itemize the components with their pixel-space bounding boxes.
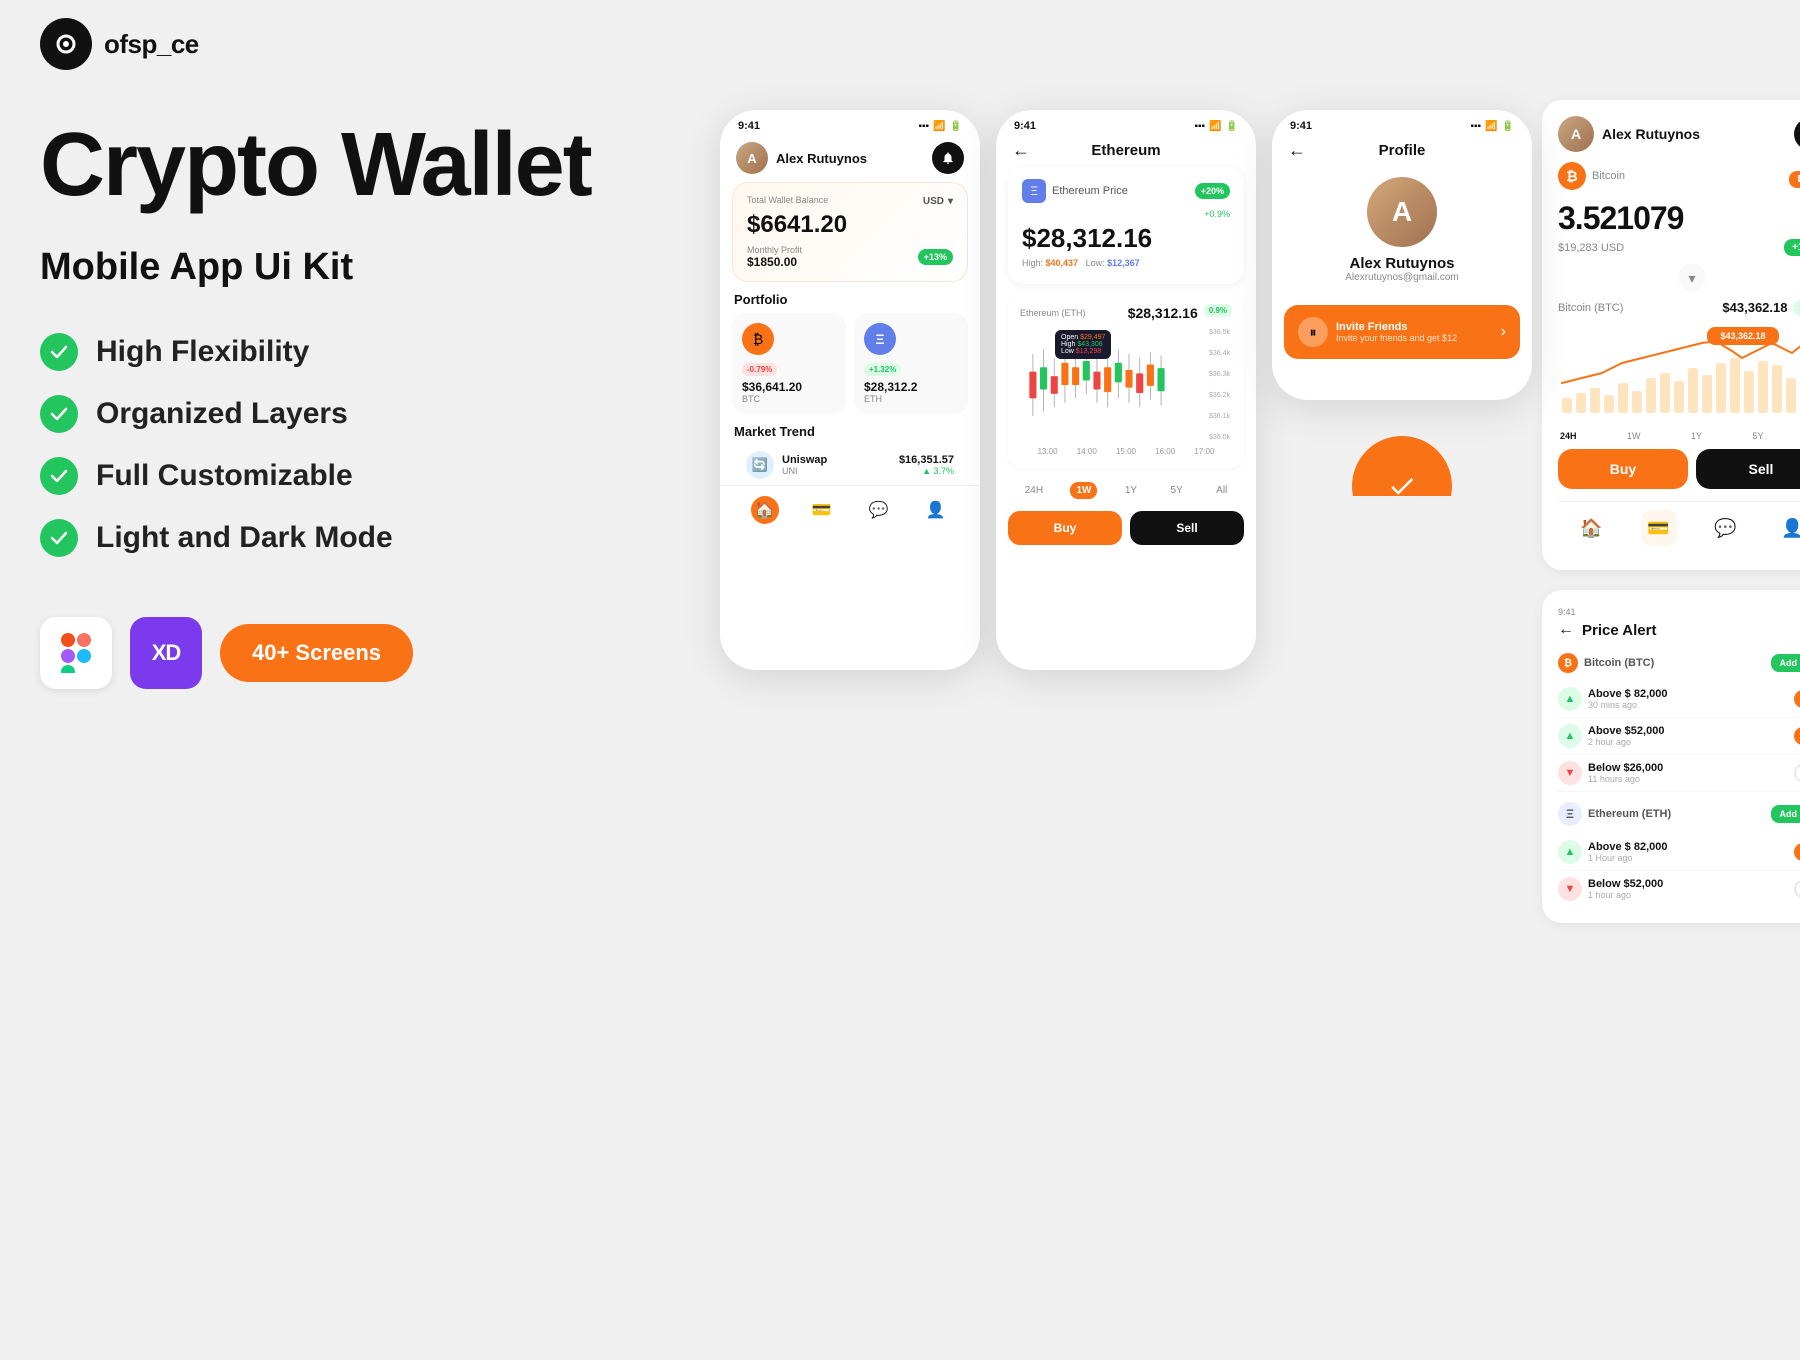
- nav-chat[interactable]: 💬: [865, 496, 893, 524]
- alert-item-1: ▲ Above $ 82,000 30 mins ago: [1558, 681, 1800, 718]
- add-new-eth-btn[interactable]: Add New: [1771, 805, 1800, 823]
- feature-text-2: Organized Layers: [96, 397, 348, 431]
- profile-avatar: A: [1367, 177, 1437, 247]
- main-phone: 9:41 ▪▪▪📶🔋 A Alex Rutuynos: [720, 110, 980, 670]
- status-bar-eth: 9:41 ▪▪▪📶🔋: [996, 110, 1256, 136]
- avatar-main: A: [736, 142, 768, 174]
- desktop-notif-btn[interactable]: 🔔: [1794, 118, 1800, 150]
- nav-home[interactable]: 🏠: [751, 496, 779, 524]
- profile-email: Alexrutuynos@gmail.com: [1345, 272, 1459, 283]
- feature-text-4: Light and Dark Mode: [96, 521, 393, 555]
- wallet-card: Total Wallet Balance USD ▾ $6641.20 Mont…: [732, 182, 968, 282]
- back-btn-profile[interactable]: ←: [1288, 140, 1306, 161]
- profile-name: Alex Rutuynos: [1349, 255, 1454, 272]
- buy-btn-desktop[interactable]: Buy: [1558, 449, 1688, 489]
- alert-item-3: ▼ Below $26,000 11 hours ago: [1558, 755, 1800, 792]
- eth-price-card: Ξ Ethereum Price +20% +0.9% $28,312.16 H…: [1008, 167, 1244, 284]
- btc-portfolio-card: ₿ -0.79% $36,641.20 BTC: [732, 313, 846, 414]
- alert-back-btn[interactable]: ←: [1558, 621, 1574, 639]
- phone-header-main: A Alex Rutuynos: [720, 136, 980, 182]
- check-icon-2: [40, 395, 78, 433]
- expand-chevron[interactable]: ▾: [1678, 264, 1706, 292]
- market-trend-row: 🔄 Uniswap UNI $16,351.57 ▲ 3.7%: [732, 445, 968, 485]
- feature-item-2: Organized Layers: [40, 395, 720, 433]
- hero-title: Crypto Wallet: [40, 120, 720, 210]
- desktop-username: Alex Rutuynos: [1602, 126, 1700, 142]
- toggle-4[interactable]: [1794, 843, 1800, 861]
- sell-btn-desktop[interactable]: Sell: [1696, 449, 1800, 489]
- logo-icon: [40, 18, 92, 70]
- username-main: Alex Rutuynos: [776, 151, 867, 166]
- add-new-btc-btn[interactable]: Add New: [1771, 654, 1800, 672]
- desktop-action-btns: Buy Sell: [1558, 449, 1800, 489]
- feature-item-4: Light and Dark Mode: [40, 519, 720, 557]
- wallet-balance: $6641.20: [747, 211, 953, 239]
- alert-item-5: ▼ Below $52,000 1 hour ago: [1558, 871, 1800, 907]
- xd-badge: XD: [130, 617, 202, 689]
- line-chart: $43,362.18: [1558, 323, 1800, 423]
- desktop-avatar: A: [1558, 116, 1594, 152]
- price-alert-panel: 9:41 ▪▪▪📶 ← Price Alert ₿ Bitcoin (BTC) …: [1542, 590, 1800, 923]
- desktop-nav-chat[interactable]: 💬: [1708, 510, 1744, 546]
- buy-btn-eth[interactable]: Buy: [1008, 511, 1122, 545]
- alert-header: ← Price Alert: [1558, 621, 1800, 639]
- figma-badge: [40, 617, 112, 689]
- tool-badges: XD 40+ Screens: [40, 617, 720, 689]
- alert-item-2: ▲ Above $52,000 2 hour ago: [1558, 718, 1800, 755]
- feature-text-3: Full Customizable: [96, 459, 353, 493]
- desktop-nav-wallet[interactable]: 💳: [1641, 510, 1677, 546]
- btc-dropdown[interactable]: BTC: [1789, 171, 1800, 188]
- logo-area: ofsp_ce: [40, 18, 199, 70]
- toggle-5[interactable]: [1794, 880, 1800, 898]
- desktop-nav-home[interactable]: 🏠: [1574, 510, 1610, 546]
- desktop-bottom-nav: 🏠 💳 💬 👤: [1558, 501, 1800, 554]
- check-icon-4: [40, 519, 78, 557]
- feature-text-1: High Flexibility: [96, 335, 309, 369]
- bottom-nav-main: 🏠 💳 💬 👤: [720, 485, 980, 538]
- check-icon-1: [40, 333, 78, 371]
- check-icon-3: [40, 457, 78, 495]
- nav-profile[interactable]: 👤: [922, 496, 950, 524]
- screens-badge: 40+ Screens: [220, 624, 413, 682]
- desktop-nav-profile[interactable]: 👤: [1775, 510, 1800, 546]
- eth-phone: 9:41 ▪▪▪📶🔋 ← Ethereum Ξ Ethereum Price: [996, 110, 1256, 670]
- brand-name: ofsp_ce: [104, 29, 199, 60]
- invite-friends-card[interactable]: ⏸ Invite Friends Invite your friends and…: [1284, 305, 1520, 359]
- btc-big-value: 3.521079: [1558, 200, 1800, 237]
- eth-portfolio-card: Ξ +1.32% $28,312.2 ETH: [854, 313, 968, 414]
- profile-phone: 9:41 ▪▪▪📶🔋 ← Profile A Alex Rutuynos Ale…: [1272, 110, 1532, 400]
- eth-phone-header: ← Ethereum: [996, 136, 1256, 167]
- toggle-3[interactable]: [1794, 764, 1800, 782]
- back-btn-eth[interactable]: ←: [1012, 140, 1030, 161]
- sell-btn-eth[interactable]: Sell: [1130, 511, 1244, 545]
- chart-time-selector: 24H 1W 1Y 5Y All: [1558, 431, 1800, 441]
- svg-text:$43,362.18: $43,362.18: [1720, 331, 1765, 341]
- feature-item-3: Full Customizable: [40, 457, 720, 495]
- eth-action-btns: Buy Sell: [996, 505, 1256, 557]
- right-panel: A Alex Rutuynos 🔔 ₿ Bitcoin BTC 3.521079…: [1542, 100, 1800, 1360]
- status-bar-main: 9:41 ▪▪▪📶🔋: [720, 110, 980, 136]
- eth-sub-card: Ethereum (ETH) $28,312.16 0.9% $36.5k$36…: [1008, 294, 1244, 468]
- toggle-2[interactable]: [1794, 727, 1800, 745]
- hero-subtitle: Mobile App Ui Kit: [40, 246, 720, 289]
- notification-btn[interactable]: [932, 142, 964, 174]
- feature-item-1: High Flexibility: [40, 333, 720, 371]
- nav-wallet[interactable]: 💳: [808, 496, 836, 524]
- alert-item-4: ▲ Above $ 82,000 1 Hour ago: [1558, 834, 1800, 871]
- toggle-1[interactable]: [1794, 690, 1800, 708]
- feature-list: High Flexibility Organized Layers Full C…: [40, 333, 720, 557]
- desktop-top-card: A Alex Rutuynos 🔔 ₿ Bitcoin BTC 3.521079…: [1542, 100, 1800, 570]
- candlestick-chart: $36.5k$36.4k$36.3k$36.2k$36.1k$36.0k Ope…: [1020, 325, 1232, 445]
- chart-time-tabs-eth[interactable]: 24H 1W 1Y 5Y All: [996, 476, 1256, 505]
